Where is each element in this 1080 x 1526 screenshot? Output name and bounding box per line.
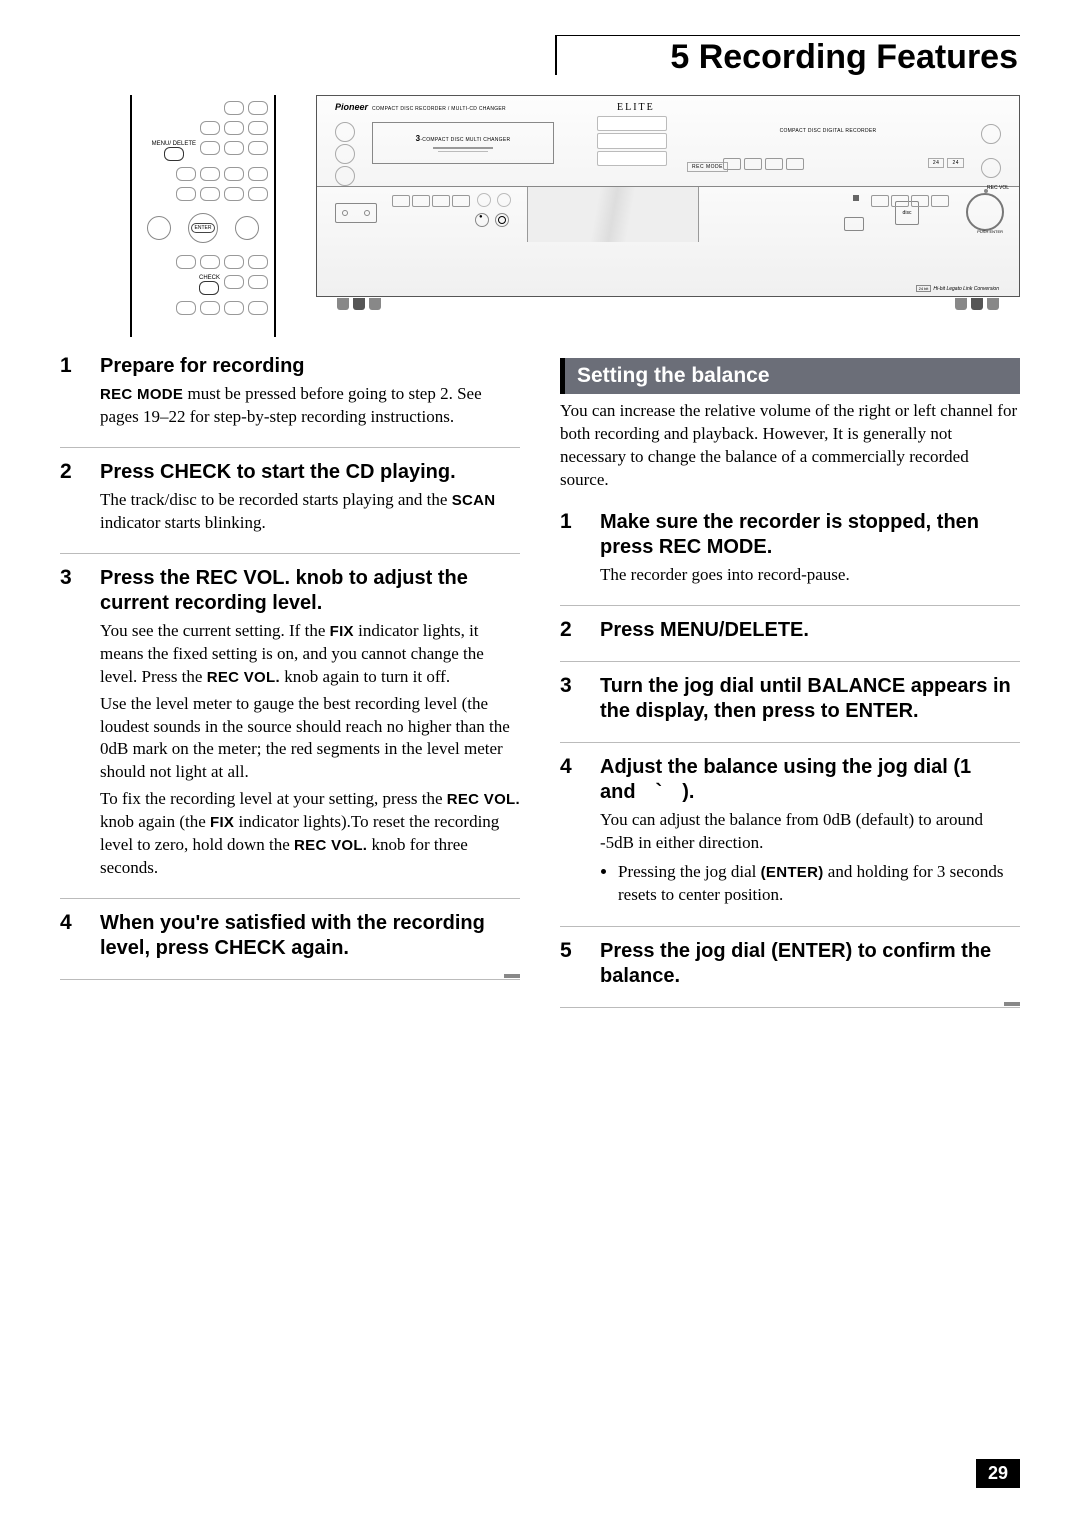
rec-vol-label: REC VOL: [987, 185, 1009, 191]
section-intro: You can increase the relative volume of …: [560, 400, 1020, 492]
hibit-label: 24 bitHi-bit Legato Link Conversion: [916, 285, 999, 292]
recorder-label: COMPACT DISC DIGITAL RECORDER: [707, 128, 949, 134]
step-paragraph: You see the current setting. If the FIX …: [100, 620, 520, 689]
record-button-icon: [475, 213, 489, 227]
disc-tray: 3-COMPACT DISC MULTI CHANGER: [372, 122, 554, 164]
step-number: 2: [560, 618, 582, 647]
section-end-marker: [60, 980, 520, 988]
step: 2 Press CHECK to start the CD playing. The…: [60, 447, 520, 553]
step-number: 2: [60, 460, 82, 539]
step-title: Make sure the recorder is stopped, then …: [600, 510, 1020, 560]
unit-knob-icon: [981, 124, 1001, 144]
unit-knob-icon: [335, 166, 355, 186]
figures-row: MENU/ DELETE ENTER CHECK: [130, 95, 1020, 335]
step-bullet: Pressing the jog dial (ENTER) and holdin…: [618, 861, 1020, 907]
step-number: 4: [60, 911, 82, 965]
step: 2 Press MENU/DELETE.: [560, 605, 1020, 661]
step-number: 4: [560, 755, 582, 913]
elite-label: ELITE: [617, 102, 655, 113]
step: 1 Make sure the recorder is stopped, then…: [560, 506, 1020, 605]
unit-diagram: PioneerCOMPACT DISC RECORDER / MULTI-CD …: [316, 95, 1020, 297]
content-columns: 1 Prepare for recording REC MODE must be p…: [60, 350, 1020, 1446]
step-title: Press the REC VOL. knob to adjust the cu…: [100, 566, 520, 616]
step-number: 3: [60, 566, 82, 884]
step-title: Turn the jog dial until BALANCE appears …: [600, 674, 1020, 724]
indicator-icon: [853, 195, 859, 201]
unit-knob-icon: [335, 144, 355, 164]
rec-vol-knob-icon: [966, 193, 1004, 231]
enter-button-label: ENTER: [191, 223, 216, 233]
step-title: Adjust the balance using the jog dial (1…: [600, 755, 1020, 805]
step: 1 Prepare for recording REC MODE must be p…: [60, 350, 520, 447]
step-paragraph: The recorder goes into record-pause.: [600, 564, 1020, 587]
step-paragraph: You can adjust the balance from 0dB (def…: [600, 809, 1020, 855]
step-number: 5: [560, 939, 582, 993]
right-column: Setting the balance You can increase the…: [560, 350, 1020, 1446]
transport-button-icon: [477, 193, 491, 207]
step: 3 Turn the jog dial until BALANCE appears…: [560, 661, 1020, 742]
step-title: Press the jog dial (ENTER) to confirm th…: [600, 939, 1020, 989]
display-icon: [597, 116, 667, 166]
cassette-icon: [335, 203, 377, 223]
step-paragraph: The track/disc to be recorded starts pla…: [100, 489, 520, 535]
unit-knob-icon: [335, 122, 355, 142]
transport-button-icon: [497, 193, 511, 207]
step-paragraph: Use the level meter to gauge the best re…: [100, 693, 520, 785]
section-heading: Setting the balance: [560, 358, 1020, 394]
step-number: 1: [560, 510, 582, 591]
step-number: 3: [560, 674, 582, 728]
small-panel-icon: [844, 217, 864, 231]
step: 5 Press the jog dial (ENTER) to confirm t…: [560, 926, 1020, 1008]
step-title: When you're satisfied with the recording…: [100, 911, 520, 961]
manual-page: 5 Recording Features MENU/ DELETE ENTER: [0, 0, 1080, 1526]
step-paragraph: To fix the recording level at your setti…: [100, 788, 520, 880]
brand-logo: PioneerCOMPACT DISC RECORDER / MULTI-CD …: [335, 102, 506, 112]
unit-knob-icon: [981, 158, 1001, 178]
step: 4 Adjust the balance using the jog dial (…: [560, 742, 1020, 927]
section-end-marker: [560, 1008, 1020, 1016]
step: 4 When you're satisfied with the recordin…: [60, 898, 520, 980]
step-title: Prepare for recording: [100, 354, 520, 379]
step-title: Press MENU/DELETE.: [600, 618, 1020, 643]
rec-mode-label: REC MODE: [687, 162, 728, 172]
left-column: 1 Prepare for recording REC MODE must be p…: [60, 350, 520, 1446]
remote-diagram: MENU/ DELETE ENTER CHECK: [130, 95, 276, 337]
step: 3 Press the REC VOL. knob to adjust the c…: [60, 553, 520, 898]
cd-tray-icon: [527, 187, 699, 242]
step-paragraph: REC MODE must be pressed before going to…: [100, 383, 520, 429]
page-number: 29: [976, 1459, 1020, 1488]
chapter-title: 5 Recording Features: [670, 38, 1018, 77]
play-button-icon: [495, 213, 509, 227]
step-bullet-list: Pressing the jog dial (ENTER) and holdin…: [600, 861, 1020, 907]
header-rule-vertical: [555, 35, 557, 75]
header-rule: [555, 35, 1020, 36]
step-title: Press CHECK to start the CD playing.: [100, 460, 520, 485]
step-number: 1: [60, 354, 82, 433]
push-enter-label: PUSH ENTER: [977, 229, 1003, 234]
